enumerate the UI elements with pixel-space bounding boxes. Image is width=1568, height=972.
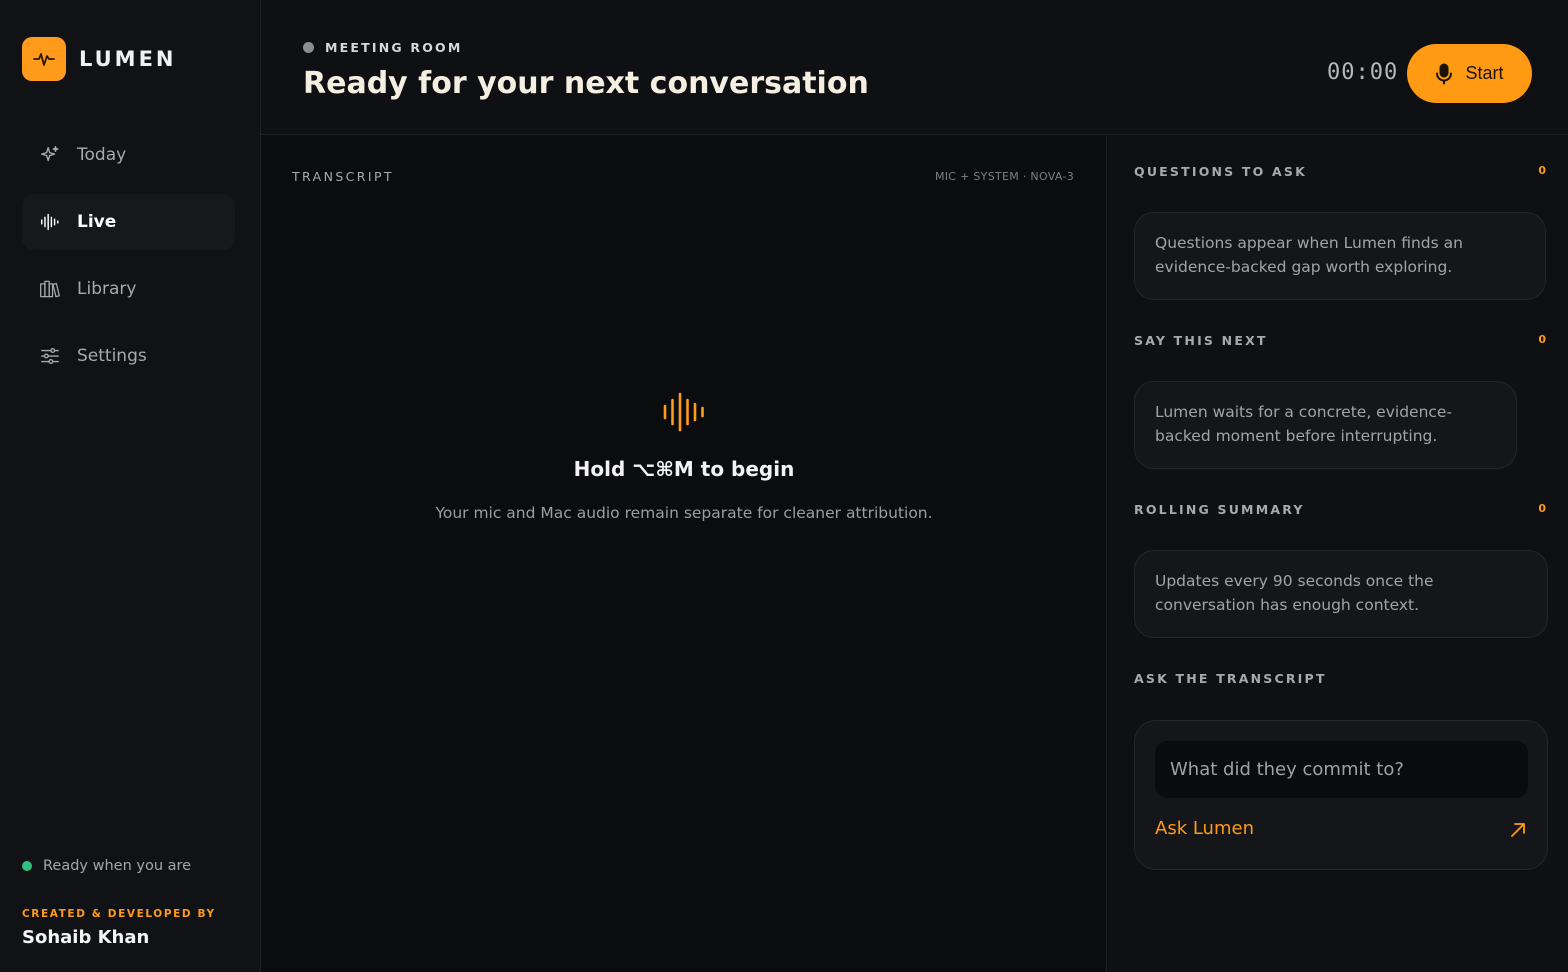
nav-item-settings[interactable]: Settings — [22, 328, 235, 384]
insights-panel: QUESTIONS TO ASK 0 Questions appear when… — [1108, 136, 1568, 972]
waveform-icon — [39, 211, 61, 233]
empty-state-subtitle: Your mic and Mac audio remain separate f… — [435, 504, 933, 522]
page-title: Ready for your next conversation — [303, 66, 869, 101]
questions-count: 0 — [1538, 164, 1546, 177]
transcript-panel: TRANSCRIPT MIC + SYSTEM · NOVA-3 Hold ⌥⌘… — [261, 136, 1107, 972]
ask-header: ASK THE TRANSCRIPT — [1134, 671, 1546, 686]
questions-header: QUESTIONS TO ASK 0 — [1134, 164, 1546, 179]
nav-label-library: Library — [77, 279, 137, 299]
status-dot-icon — [22, 861, 32, 871]
say-next-label: SAY THIS NEXT — [1134, 333, 1268, 348]
sidebar: LUMEN Today Live Library Settings Ready … — [0, 0, 261, 972]
ask-label: ASK THE TRANSCRIPT — [1134, 671, 1327, 686]
nav-item-live[interactable]: Live — [22, 194, 235, 250]
summary-count: 0 — [1538, 502, 1546, 515]
microphone-icon — [1435, 63, 1453, 85]
say-next-header: SAY THIS NEXT 0 — [1134, 333, 1546, 348]
arrow-up-right-icon[interactable] — [1508, 820, 1528, 840]
summary-label: ROLLING SUMMARY — [1134, 502, 1305, 517]
sliders-icon — [39, 345, 61, 367]
page-header: MEETING ROOM Ready for your next convers… — [261, 0, 1568, 135]
nav-item-library[interactable]: Library — [22, 261, 235, 317]
credit-label: CREATED & DEVELOPED BY — [22, 908, 216, 920]
sparkle-icon — [39, 144, 61, 166]
say-next-card: Lumen waits for a concrete, evidence-bac… — [1134, 381, 1517, 469]
summary-header: ROLLING SUMMARY 0 — [1134, 502, 1546, 517]
credit-name: Sohaib Khan — [22, 927, 150, 948]
connection-status: Ready when you are — [22, 858, 191, 874]
ask-transcript-card: Ask Lumen — [1134, 720, 1548, 870]
brand[interactable]: LUMEN — [22, 37, 177, 81]
say-next-count: 0 — [1538, 333, 1546, 346]
nav-label-settings: Settings — [77, 346, 147, 366]
empty-state-title: Hold ⌥⌘M to begin — [573, 457, 795, 481]
transcript-label: TRANSCRIPT — [292, 169, 394, 184]
ask-lumen-button[interactable]: Ask Lumen — [1155, 818, 1254, 839]
session-timer: 00:00 — [1327, 60, 1399, 85]
summary-card: Updates every 90 seconds once the conver… — [1134, 550, 1548, 638]
start-button[interactable]: Start — [1407, 44, 1532, 103]
room-status-dot-icon — [303, 42, 314, 53]
brand-name: LUMEN — [79, 47, 177, 71]
nav-label-today: Today — [77, 145, 127, 165]
waveform-icon — [661, 388, 707, 436]
status-text: Ready when you are — [43, 858, 192, 874]
audio-source-meta: MIC + SYSTEM · NOVA-3 — [934, 170, 1074, 183]
pulse-icon — [22, 37, 66, 81]
ask-input[interactable] — [1155, 741, 1528, 798]
room-label-text: MEETING ROOM — [325, 40, 463, 55]
nav-item-today[interactable]: Today — [22, 127, 235, 183]
start-button-label: Start — [1465, 63, 1504, 83]
library-icon — [39, 278, 61, 300]
questions-card: Questions appear when Lumen finds an evi… — [1134, 212, 1546, 300]
main-nav: Today Live Library Settings — [22, 127, 235, 395]
questions-label: QUESTIONS TO ASK — [1134, 164, 1308, 179]
nav-label-live: Live — [77, 212, 117, 232]
room-label: MEETING ROOM — [303, 40, 462, 55]
